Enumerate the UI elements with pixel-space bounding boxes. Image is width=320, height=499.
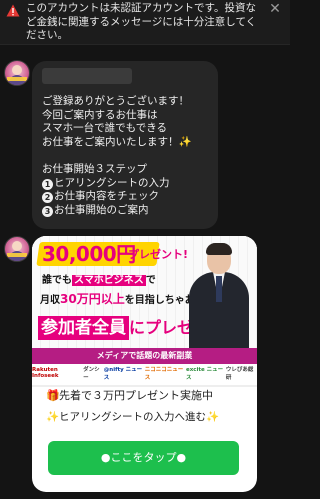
promo-banner-image[interactable]: 30,000円 プレゼント! 誰でも スマホビジネスで 月収30万円以上を目指しち…: [32, 236, 257, 385]
message-body: ご登録ありがとうございます！ 今回ご案内するお仕事は スマホ一台で誰でもできる …: [42, 95, 192, 175]
all-participants-box: 参加者全員: [38, 316, 129, 340]
step-number: 3: [42, 205, 53, 217]
blurred-sender-name: [42, 68, 132, 84]
step-3: 3 お仕事開始のご案内: [42, 203, 149, 217]
close-icon[interactable]: ✕: [268, 2, 282, 16]
media-logo: ダンシー: [83, 367, 100, 381]
step-text: ヒアリングシートの入力: [54, 176, 170, 189]
message-bubble: ご登録ありがとうございます！ 今回ご案内するお仕事は スマホ一台で誰でもできる …: [32, 61, 218, 229]
step-1: 1 ヒアリングシートの入力: [42, 176, 170, 190]
gift-icon: 🎁: [46, 389, 60, 402]
sender-avatar[interactable]: [4, 60, 30, 86]
media-logo: ニコニコニュース: [144, 367, 184, 381]
step-text: お仕事内容をチェック: [54, 190, 159, 203]
sparkle-icon: ✨: [46, 411, 60, 423]
step-number: 2: [42, 192, 53, 204]
promo-line-text: 先着で３万円プレゼント実施中: [59, 389, 213, 402]
prize-suffix: プレゼント!: [128, 248, 189, 261]
step-text: お仕事開始のご案内: [54, 203, 149, 216]
banner-headline-1: 誰でも スマホビジネスで: [42, 274, 156, 288]
headline-highlight: スマホビジネス: [72, 275, 146, 286]
headline-text: 月収: [40, 295, 60, 306]
warning-text: このアカウントは未認証アカウントです。投資など金銭に関連するメッセージには十分注…: [26, 2, 257, 41]
unverified-account-warning: このアカウントは未認証アカウントです。投資など金銭に関連するメッセージには十分注…: [0, 0, 290, 45]
banner-all-participants: 参加者全員 にプレゼント！: [38, 316, 241, 340]
promo-line-sparkle: ✨ヒアリングシートの入力へ進む✨: [46, 408, 246, 426]
prize-amount: 30,000円: [42, 242, 136, 266]
promo-card[interactable]: 30,000円 プレゼント! 誰でも スマホビジネスで 月収30万円以上を目指しち…: [32, 236, 257, 492]
media-caption: メディアで話題の最新副業: [32, 348, 257, 364]
headline-text: で: [145, 275, 156, 286]
step-2: 2 お仕事内容をチェック: [42, 190, 159, 204]
warning-triangle-icon: [6, 4, 20, 17]
sender-avatar[interactable]: [4, 236, 30, 262]
step-number: 1: [42, 178, 53, 190]
sparkle-icon: ✨: [206, 411, 220, 423]
headline-text: 誰でも: [42, 275, 72, 286]
media-logo: excite ニュース: [185, 367, 224, 381]
headline-highlight: 30万円以上: [60, 292, 125, 306]
promo-line-gift: 🎁先着で３万円プレゼント実施中: [46, 387, 246, 405]
promo-line-text: ヒアリングシートの入力へ進む: [59, 411, 206, 423]
media-logo: ウレぴあ総研: [225, 367, 254, 381]
media-logos: Rakuten Infoseek ダンシー @nifty ニュース ニコニコニュ…: [32, 364, 257, 382]
media-logo: @nifty ニュース: [103, 367, 143, 381]
media-logo: Rakuten Infoseek: [32, 367, 59, 379]
message-text: ご登録ありがとうございます！ 今回ご案内するお仕事は スマホ一台で誰でもできる …: [42, 95, 218, 217]
tap-here-button[interactable]: ●ここをタップ●: [48, 441, 239, 475]
businessman-photo: [185, 242, 251, 348]
